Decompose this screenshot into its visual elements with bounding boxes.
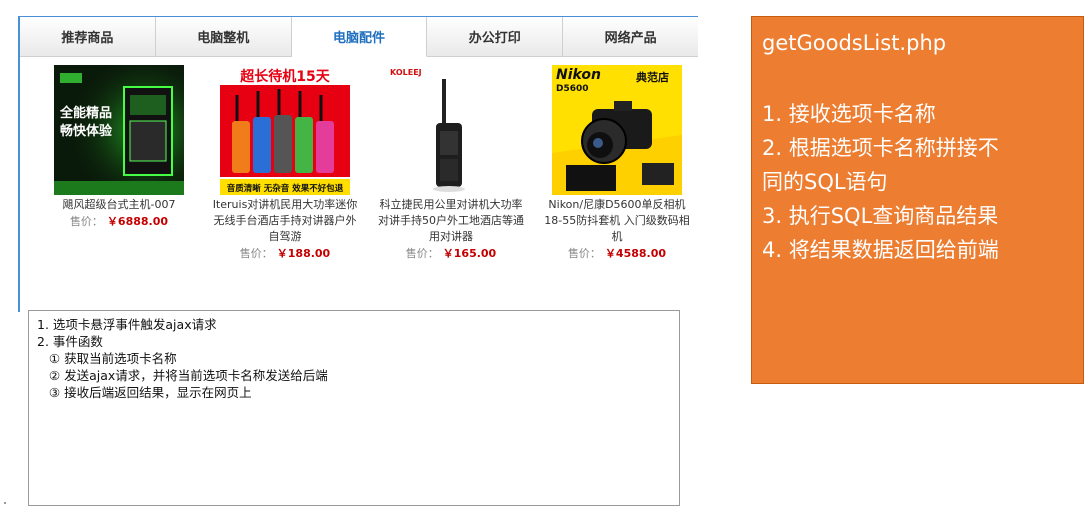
nikon-camera-image[interactable]: Nikon D5600 典范店 <box>552 65 682 195</box>
callout-steps: 1. 接收选项卡名称 2. 根据选项卡名称拼接不 同的SQL语句 3. 执行SQ… <box>762 97 1073 267</box>
tab-bar: 推荐商品 电脑整机 电脑配件 办公打印 网络产品 <box>20 17 698 57</box>
price-value: ￥4588.00 <box>604 247 667 260</box>
product-card: Nikon D5600 典范店 Nikon/尼康D5600单反相机 18-55防… <box>534 65 700 262</box>
radio-footer-text: 音质清晰 无杂音 效果不好包退 <box>227 183 344 194</box>
tab-network-products[interactable]: 网络产品 <box>563 17 698 57</box>
pc-sub-text: 畅快体验 <box>60 123 113 139</box>
single-walkie-talkie-image[interactable]: KOLEEJ <box>386 65 516 195</box>
notes-box: 1. 选项卡悬浮事件触发ajax请求 2. 事件函数 ① 获取当前选项卡名称 ②… <box>28 310 680 506</box>
note-line: ① 获取当前选项卡名称 <box>37 351 177 366</box>
tab-computers[interactable]: 电脑整机 <box>155 17 292 57</box>
price-row: 售价： ￥4588.00 <box>534 246 700 262</box>
product-card: 全能精品 畅快体验 飓风超级台式主机-007 售价： ￥6888.00 <box>36 65 202 230</box>
product-card: KOLEEJ 科立捷民用公里对讲机大功率 对讲手持50户外工地酒店等通 用对讲器… <box>368 65 534 262</box>
price-row: 售价： ￥165.00 <box>368 246 534 262</box>
price-label: 售价： <box>69 215 103 228</box>
koleej-brand-text: KOLEEJ <box>390 68 422 77</box>
stray-dot <box>4 502 6 504</box>
note-line: ② 发送ajax请求，并将当前选项卡名称发送给后端 <box>37 368 328 383</box>
pc-headline-text: 全能精品 <box>59 105 112 121</box>
desktop-pc-image[interactable]: 全能精品 畅快体验 <box>54 65 184 195</box>
product-list: 全能精品 畅快体验 飓风超级台式主机-007 售价： ￥6888.00 超长待机1… <box>20 57 700 277</box>
product-name[interactable]: 科立捷民用公里对讲机大功率 对讲手持50户外工地酒店等通 用对讲器 <box>368 197 534 245</box>
tab-office-printing[interactable]: 办公打印 <box>427 17 564 57</box>
note-line: 2. 事件函数 <box>37 334 103 349</box>
nikon-brand-text: Nikon <box>556 67 601 83</box>
price-value: ￥165.00 <box>442 247 497 260</box>
tab-computer-accessories[interactable]: 电脑配件 <box>291 17 428 57</box>
tab-recommended[interactable]: 推荐商品 <box>20 17 156 57</box>
callout-step: 3. 执行SQL查询商品结果 <box>762 204 999 228</box>
callout-step: 4. 将结果数据返回给前端 <box>762 238 999 262</box>
price-label: 售价： <box>405 247 439 260</box>
backend-callout: getGoodsList.php 1. 接收选项卡名称 2. 根据选项卡名称拼接… <box>751 16 1084 384</box>
product-card: 超长待机15天 音质清晰 无杂音 效果不好包退 Iteruis对讲机民用大功率迷… <box>202 65 368 262</box>
price-row: 售价： ￥6888.00 <box>36 214 202 230</box>
nikon-model-text: D5600 <box>556 84 589 94</box>
callout-step: 1. 接收选项卡名称 <box>762 102 936 126</box>
callout-step: 同的SQL语句 <box>762 170 888 194</box>
price-value: ￥188.00 <box>276 247 331 260</box>
product-tab-widget: 推荐商品 电脑整机 电脑配件 办公打印 网络产品 全能精品 畅快体验 飓风超级台… <box>18 16 698 312</box>
product-name[interactable]: Iteruis对讲机民用大功率迷你 无线手台酒店手持对讲器户外 自驾游 <box>202 197 368 245</box>
walkie-talkies-image[interactable]: 超长待机15天 音质清晰 无杂音 效果不好包退 <box>220 65 350 195</box>
product-name[interactable]: Nikon/尼康D5600单反相机 18-55防抖套机 入门级数码相 机 <box>534 197 700 245</box>
radio-headline-text: 超长待机15天 <box>239 68 330 85</box>
price-label: 售价： <box>239 247 273 260</box>
note-line: 1. 选项卡悬浮事件触发ajax请求 <box>37 317 217 332</box>
nikon-shop-text: 典范店 <box>636 70 669 84</box>
price-row: 售价： ￥188.00 <box>202 246 368 262</box>
price-label: 售价： <box>567 247 601 260</box>
callout-title: getGoodsList.php <box>762 31 947 55</box>
callout-step: 2. 根据选项卡名称拼接不 <box>762 136 999 160</box>
note-line: ③ 接收后端返回结果，显示在网页上 <box>37 385 252 400</box>
price-value: ￥6888.00 <box>106 215 169 228</box>
product-name[interactable]: 飓风超级台式主机-007 <box>36 197 202 213</box>
